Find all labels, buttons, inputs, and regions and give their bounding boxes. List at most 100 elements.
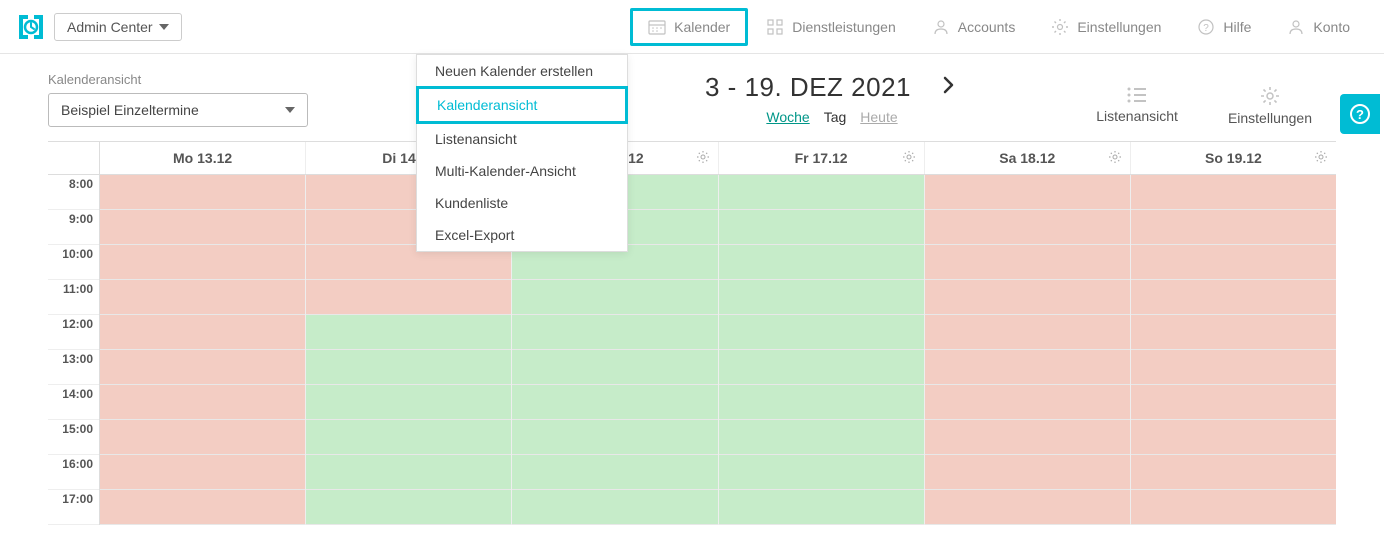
nav-dienstleistungen[interactable]: Dienstleistungen [748, 8, 914, 46]
hour-cell[interactable] [306, 315, 511, 350]
view-day[interactable]: Tag [824, 109, 847, 125]
hour-cell[interactable] [1131, 280, 1336, 315]
admin-center-dropdown[interactable]: Admin Center [54, 13, 182, 41]
gear-icon [696, 150, 710, 164]
nav-konto-label: Konto [1313, 19, 1350, 35]
hour-cell[interactable] [719, 280, 924, 315]
hour-cell[interactable] [100, 175, 305, 210]
hour-cell[interactable] [512, 350, 717, 385]
nav-accounts[interactable]: Accounts [914, 8, 1034, 46]
next-week-button[interactable] [939, 72, 959, 103]
hour-cell[interactable] [1131, 245, 1336, 280]
view-week[interactable]: Woche [766, 109, 809, 125]
hour-cell[interactable] [100, 210, 305, 245]
day-col[interactable] [100, 175, 306, 525]
hour-cell[interactable] [306, 280, 511, 315]
help-bubble[interactable]: ? [1340, 94, 1380, 134]
hour-cell[interactable] [925, 420, 1130, 455]
hour-cell[interactable] [925, 350, 1130, 385]
day-gear-fr[interactable] [902, 150, 916, 167]
dropdown-listenansicht[interactable]: Listenansicht [417, 123, 627, 155]
hour-cell[interactable] [100, 280, 305, 315]
day-gear-so[interactable] [1314, 150, 1328, 167]
hour-cell[interactable] [512, 420, 717, 455]
dropdown-excel-export[interactable]: Excel-Export [417, 219, 627, 251]
hour-cell[interactable] [925, 455, 1130, 490]
hour-cell[interactable] [512, 315, 717, 350]
hour-cell[interactable] [1131, 175, 1336, 210]
hour-cell[interactable] [100, 315, 305, 350]
gear-icon [1260, 86, 1280, 106]
hour-cell[interactable] [925, 385, 1130, 420]
hour-cell[interactable] [719, 455, 924, 490]
nav-hilfe-label: Hilfe [1223, 19, 1251, 35]
hour-cell[interactable] [1131, 350, 1336, 385]
nav-kalender[interactable]: Kalender [630, 8, 748, 46]
hour-cell[interactable] [100, 350, 305, 385]
admin-center-label: Admin Center [67, 19, 153, 35]
date-title: 3 - 19. DEZ 2021 [705, 72, 911, 103]
hour-cell[interactable] [1131, 315, 1336, 350]
day-gear-do[interactable] [696, 150, 710, 167]
day-col[interactable] [1131, 175, 1336, 525]
calendar-select[interactable]: Beispiel Einzeltermine [48, 93, 308, 127]
dropdown-neuen-kalender[interactable]: Neuen Kalender erstellen [417, 55, 627, 87]
hour-cell[interactable] [1131, 385, 1336, 420]
hour-cell[interactable] [925, 245, 1130, 280]
time-cell: 13:00 [48, 350, 99, 385]
day-col[interactable] [719, 175, 925, 525]
hour-cell[interactable] [100, 420, 305, 455]
hour-cell[interactable] [1131, 420, 1336, 455]
hour-cell[interactable] [719, 350, 924, 385]
hour-cell[interactable] [512, 455, 717, 490]
nav-hilfe[interactable]: ? Hilfe [1179, 8, 1269, 46]
dropdown-kundenliste[interactable]: Kundenliste [417, 187, 627, 219]
hour-cell[interactable] [306, 385, 511, 420]
hour-cell[interactable] [100, 385, 305, 420]
hour-cell[interactable] [719, 315, 924, 350]
listenansicht-button[interactable]: Listenansicht [1096, 86, 1178, 126]
nav-einstellungen[interactable]: Einstellungen [1033, 8, 1179, 46]
hour-cell[interactable] [100, 245, 305, 280]
dropdown-kalenderansicht[interactable]: Kalenderansicht [416, 86, 628, 124]
help-circle-icon: ? [1348, 102, 1372, 126]
hour-cell[interactable] [512, 280, 717, 315]
hour-cell[interactable] [925, 175, 1130, 210]
hour-cell[interactable] [719, 420, 924, 455]
view-today[interactable]: Heute [860, 109, 897, 125]
kalender-dropdown: Neuen Kalender erstellen Kalenderansicht… [416, 54, 628, 252]
hour-cell[interactable] [512, 490, 717, 525]
hour-cell[interactable] [719, 245, 924, 280]
chevron-right-icon [943, 76, 955, 94]
hour-cell[interactable] [925, 490, 1130, 525]
hour-cell[interactable] [719, 210, 924, 245]
day-header-sa: Sa 18.12 [925, 142, 1131, 174]
time-cell: 11:00 [48, 280, 99, 315]
hour-cell[interactable] [306, 350, 511, 385]
hour-cell[interactable] [719, 490, 924, 525]
time-cell: 16:00 [48, 455, 99, 490]
hour-cell[interactable] [719, 175, 924, 210]
hour-cell[interactable] [100, 455, 305, 490]
hour-cell[interactable] [512, 385, 717, 420]
gear-icon [1108, 150, 1122, 164]
nav-links: Kalender Dienstleistungen Accounts Einst… [630, 8, 1368, 46]
hour-cell[interactable] [925, 315, 1130, 350]
hour-cell[interactable] [306, 455, 511, 490]
hour-cell[interactable] [925, 210, 1130, 245]
hour-cell[interactable] [719, 385, 924, 420]
nav-konto[interactable]: Konto [1269, 8, 1368, 46]
hour-cell[interactable] [306, 420, 511, 455]
hour-cell[interactable] [925, 280, 1130, 315]
einstellungen-button[interactable]: Einstellungen [1228, 86, 1312, 126]
hour-cell[interactable] [1131, 210, 1336, 245]
day-gear-sa[interactable] [1108, 150, 1122, 167]
svg-text:?: ? [1356, 107, 1364, 122]
day-col[interactable] [925, 175, 1131, 525]
hour-cell[interactable] [1131, 455, 1336, 490]
hour-cell[interactable] [1131, 490, 1336, 525]
dropdown-multi-kalender[interactable]: Multi-Kalender-Ansicht [417, 155, 627, 187]
hour-cell[interactable] [100, 490, 305, 525]
app-logo-icon [16, 12, 46, 42]
hour-cell[interactable] [306, 490, 511, 525]
